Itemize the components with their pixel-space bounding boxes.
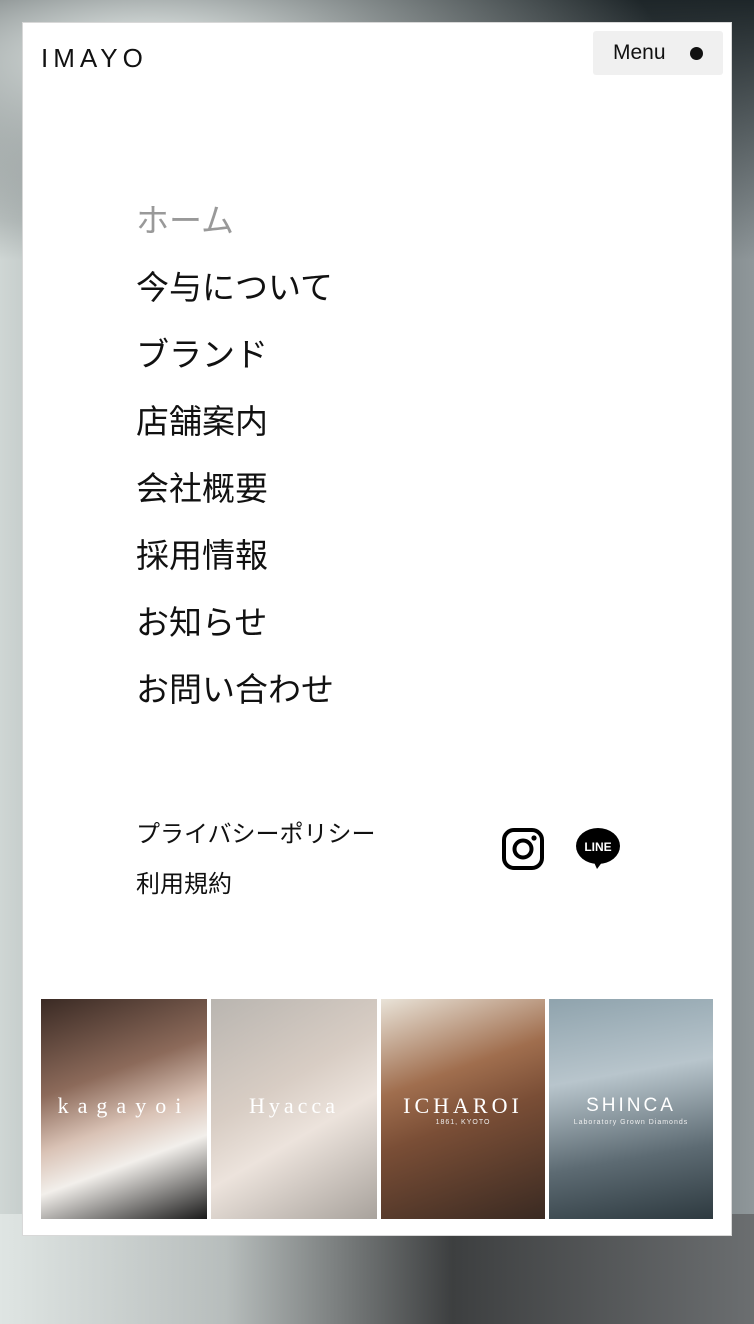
brand-card-label: Hyacca [249, 1093, 339, 1118]
nav-item-news: お知らせ [136, 591, 334, 658]
nav-item-about: 今与について [136, 256, 334, 323]
footer-links: プライバシーポリシー 利用規約 [136, 813, 376, 913]
nav-item-contact: お問い合わせ [136, 658, 334, 725]
brand-card-label: kagayoi [57, 1093, 191, 1118]
nav-item-home: ホーム [136, 189, 334, 256]
nav-link-news[interactable]: お知らせ [136, 608, 267, 641]
menu-button-label: Menu [613, 41, 666, 64]
line-icon[interactable]: LINE [575, 827, 620, 871]
brand-card-shinca[interactable]: SHINCA Laboratory Grown Diamonds [549, 999, 713, 1219]
menu-dot-icon [690, 47, 703, 60]
nav-item-recruit: 採用情報 [136, 524, 334, 591]
imayo-logo[interactable]: IMAYO [41, 43, 148, 74]
brand-card-kagayoi[interactable]: kagayoi [41, 999, 207, 1219]
main-nav: ホーム 今与について ブランド 店舗案内 会社概要 採用情報 お知らせ お問い合… [136, 189, 334, 725]
nav-link-about[interactable]: 今与について [136, 273, 333, 306]
nav-link-home[interactable]: ホーム [136, 206, 234, 239]
brand-card-label: SHINCA [586, 1095, 676, 1116]
nav-item-brand: ブランド [136, 323, 334, 390]
nav-link-brand[interactable]: ブランド [136, 340, 268, 373]
nav-link-recruit[interactable]: 採用情報 [136, 541, 268, 574]
brand-gallery: kagayoi Hyacca ICHAROI 1861, KYOTO SHINC… [41, 999, 713, 1219]
nav-link-stores[interactable]: 店舗案内 [136, 407, 268, 440]
brand-card-sublabel: Laboratory Grown Diamonds [573, 1119, 689, 1126]
brand-card-hyacca[interactable]: Hyacca [211, 999, 377, 1219]
instagram-icon[interactable] [501, 827, 545, 871]
privacy-policy-link[interactable]: プライバシーポリシー [136, 813, 376, 863]
nav-item-company: 会社概要 [136, 457, 334, 524]
brand-card-label: ICHAROI [403, 1093, 523, 1118]
social-links: LINE [501, 827, 620, 871]
nav-link-company[interactable]: 会社概要 [136, 474, 268, 507]
terms-link[interactable]: 利用規約 [136, 863, 376, 913]
nav-link-contact[interactable]: お問い合わせ [136, 675, 334, 708]
line-icon-text: LINE [584, 840, 611, 854]
menu-panel: IMAYO Menu ホーム 今与について ブランド 店舗案内 会社概要 採用情… [22, 22, 732, 1236]
brand-card-icharoi[interactable]: ICHAROI 1861, KYOTO [381, 999, 545, 1219]
nav-item-stores: 店舗案内 [136, 390, 334, 457]
menu-button[interactable]: Menu [593, 31, 723, 75]
brand-card-sublabel: 1861, KYOTO [435, 1119, 491, 1126]
